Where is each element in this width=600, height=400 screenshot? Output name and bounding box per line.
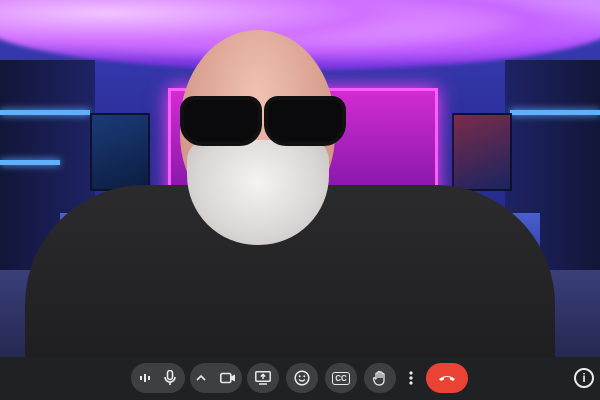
audio-levels-icon bbox=[140, 372, 150, 384]
reactions-button[interactable] bbox=[286, 363, 318, 393]
present-screen-icon bbox=[255, 371, 271, 385]
sunglasses bbox=[178, 90, 346, 146]
background-shelf bbox=[0, 110, 90, 115]
chevron-up-icon[interactable] bbox=[196, 374, 206, 382]
microphone-button[interactable] bbox=[131, 363, 185, 393]
sunglasses-lens bbox=[180, 96, 262, 146]
more-options-button[interactable] bbox=[403, 363, 419, 393]
camera-icon bbox=[220, 372, 236, 384]
meeting-info-button[interactable]: i bbox=[574, 368, 594, 388]
present-screen-button[interactable] bbox=[247, 363, 279, 393]
call-controls-bar: CC i bbox=[0, 357, 600, 400]
camera-button[interactable] bbox=[190, 363, 242, 393]
background-shelf bbox=[510, 110, 600, 115]
emoji-icon bbox=[294, 370, 310, 386]
captions-button[interactable]: CC bbox=[325, 363, 357, 393]
raise-hand-icon bbox=[373, 370, 387, 386]
phone-hangup-icon bbox=[438, 374, 456, 382]
background-shelf bbox=[0, 160, 60, 165]
participant-video bbox=[0, 0, 600, 357]
raise-hand-button[interactable] bbox=[364, 363, 396, 393]
more-vertical-icon bbox=[409, 371, 413, 385]
sunglasses-lens bbox=[264, 96, 346, 146]
background-poster bbox=[90, 113, 150, 191]
microphone-icon bbox=[164, 370, 176, 386]
captions-icon: CC bbox=[332, 371, 350, 385]
end-call-button[interactable] bbox=[426, 363, 468, 393]
background-poster bbox=[452, 113, 512, 191]
